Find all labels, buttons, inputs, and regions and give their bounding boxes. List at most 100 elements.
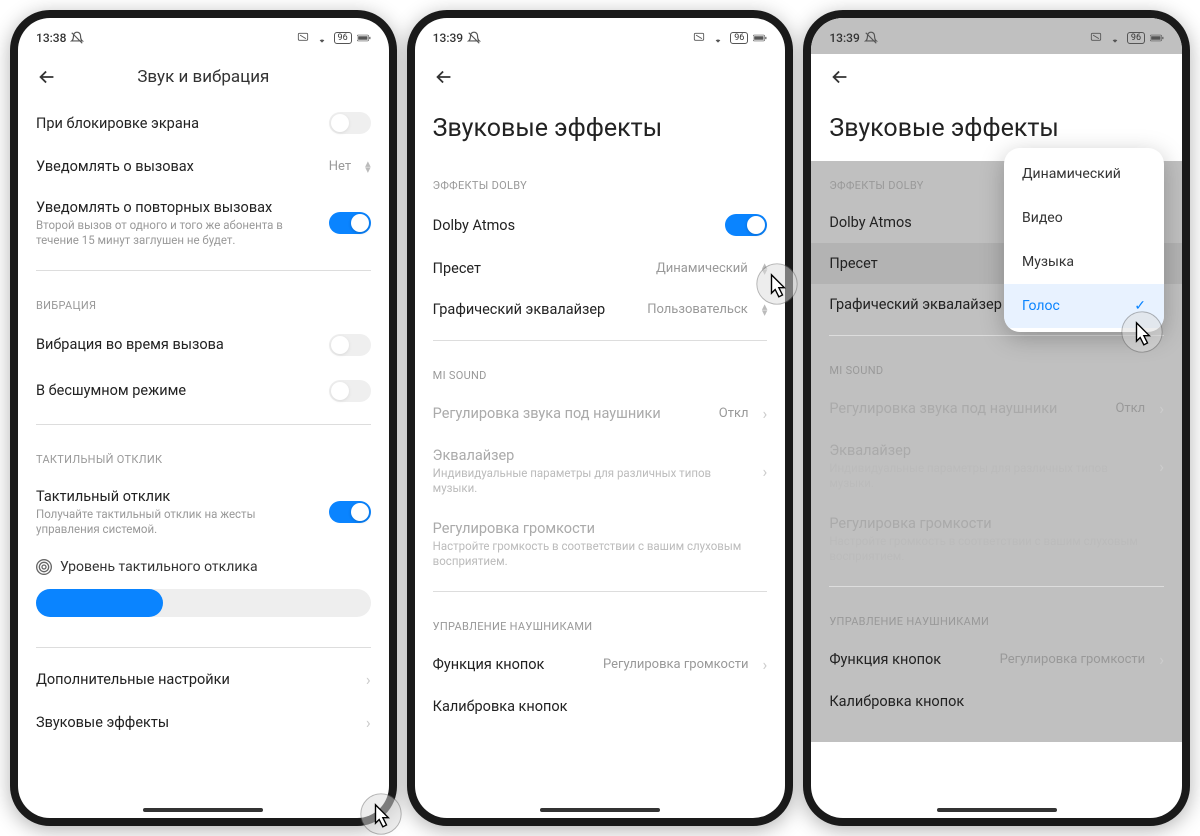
chevron-right-icon: › (1159, 399, 1164, 418)
row-button-function[interactable]: Функция кнопок Регулировка громкости › (811, 638, 1182, 681)
statusbar: 13:39 96 (811, 18, 1182, 54)
row-call-notify[interactable]: Уведомлять о вызовах Нет ▴▾ (18, 146, 389, 187)
chevron-right-icon: › (366, 713, 371, 732)
row-label: В бесшумном режиме (36, 382, 319, 399)
settings-list: При блокировке экрана Уведомлять о вызов… (18, 100, 389, 764)
option-label: Голос (1022, 298, 1060, 314)
nav-handle[interactable] (540, 808, 660, 812)
row-button-function[interactable]: Функция кнопок Регулировка громкости › (415, 643, 786, 686)
row-label: Регулировка звука под наушники (433, 405, 709, 422)
divider (36, 270, 371, 271)
row-volume-adj[interactable]: Регулировка громкости Настройте громкост… (811, 503, 1182, 576)
row-additional[interactable]: Дополнительные настройки › (18, 658, 389, 701)
chevron-right-icon: › (763, 655, 768, 674)
battery-badge: 96 (730, 32, 748, 44)
row-value: Регулировка громкости (1000, 652, 1146, 667)
phone-1: 13:38 96 Звук и вибрация При блокировке … (10, 10, 397, 826)
toggle-repeat[interactable] (329, 212, 371, 234)
wifi-icon (315, 31, 329, 45)
wifi-icon (711, 31, 725, 45)
row-vib-call[interactable]: Вибрация во время вызова (18, 322, 389, 368)
battery-badge: 96 (334, 32, 352, 44)
row-label: Калибровка кнопок (829, 693, 1164, 710)
row-volume-adj[interactable]: Регулировка громкости Настройте громкост… (415, 508, 786, 581)
nav-handle[interactable] (143, 808, 263, 812)
popup-option-music[interactable]: Музыка (1004, 240, 1164, 284)
row-label: Регулировка звука под наушники (829, 400, 1105, 417)
divider (36, 647, 371, 648)
row-value: Откл (719, 406, 749, 421)
row-dolby-atmos[interactable]: Dolby Atmos (415, 202, 786, 248)
row-sound-effects[interactable]: Звуковые эффекты › (18, 701, 389, 744)
row-label: Регулировка громкости (433, 520, 768, 537)
row-label: При блокировке экрана (36, 115, 319, 132)
row-label: Калибровка кнопок (433, 698, 768, 715)
section-headphones: УПРАВЛЕНИЕ НАУШНИКАМИ (811, 597, 1182, 638)
row-vib-silent[interactable]: В бесшумном режиме (18, 368, 389, 414)
row-label: Dolby Atmos (433, 217, 716, 234)
toggle-atmos[interactable] (725, 214, 767, 236)
row-lock-screen[interactable]: При блокировке экрана (18, 100, 389, 146)
no-sim-icon (296, 31, 310, 45)
row-headphone-adj[interactable]: Регулировка звука под наушники Откл › (811, 387, 1182, 430)
row-sub: Получайте тактильный отклик на жесты упр… (36, 507, 319, 537)
screen-2: 13:39 96 Звуковые эффекты ЭФФЕКТЫ DOLBY … (415, 18, 786, 818)
row-repeat-calls[interactable]: Уведомлять о повторных вызовах Второй вы… (18, 187, 389, 260)
popup-option-video[interactable]: Видео (1004, 196, 1164, 240)
row-equalizer[interactable]: Эквалайзер Индивидуальные параметры для … (811, 430, 1182, 503)
no-sim-icon (692, 31, 706, 45)
section-haptic: ТАКТИЛЬНЫЙ ОТКЛИК (18, 435, 389, 476)
row-calibration[interactable]: Калибровка кнопок (811, 681, 1182, 722)
toggle-haptic[interactable] (329, 501, 371, 523)
popup-option-dynamic[interactable]: Динамический (1004, 152, 1164, 196)
row-value: Регулировка громкости (603, 657, 749, 672)
toggle-vib-call[interactable] (329, 334, 371, 356)
row-label: Уведомлять о повторных вызовах (36, 199, 319, 216)
pointer-cursor-icon (1120, 310, 1164, 354)
row-haptic-level: Уровень тактильного отклика (18, 549, 389, 637)
row-preset[interactable]: Пресет Динамический ▴▾ (415, 248, 786, 289)
chevron-right-icon: › (763, 404, 768, 423)
status-time: 13:39 (433, 31, 463, 45)
divider (829, 586, 1164, 587)
row-label: Функция кнопок (433, 656, 593, 673)
row-value: Динамический (656, 261, 748, 276)
page-title: Звук и вибрация (18, 67, 389, 87)
toggle-lock[interactable] (329, 112, 371, 134)
row-sub: Второй вызов от одного и того же абонент… (36, 218, 319, 248)
battery-icon (357, 31, 371, 45)
row-label: Пресет (433, 260, 646, 277)
statusbar: 13:39 96 (415, 18, 786, 54)
back-button[interactable] (829, 66, 851, 88)
toggle-vib-silent[interactable] (329, 380, 371, 402)
notification-muted-icon (467, 31, 481, 45)
row-haptic[interactable]: Тактильный отклик Получайте тактильный о… (18, 476, 389, 549)
row-sub: Индивидуальные параметры для различных т… (829, 461, 1149, 491)
row-label: Дополнительные настройки (36, 671, 356, 688)
row-equalizer[interactable]: Эквалайзер Индивидуальные параметры для … (415, 435, 786, 508)
back-button[interactable] (433, 66, 455, 88)
battery-icon (753, 31, 767, 45)
titlebar (415, 54, 786, 100)
row-calibration[interactable]: Калибровка кнопок (415, 686, 786, 727)
option-label: Видео (1022, 210, 1063, 226)
row-graphic-eq[interactable]: Графический эквалайзер Пользовательск ▴▾ (415, 289, 786, 330)
no-sim-icon (1089, 31, 1103, 45)
nav-handle[interactable] (937, 808, 1057, 812)
divider (433, 340, 768, 341)
row-label: Звуковые эффекты (36, 714, 356, 731)
row-headphone-adj[interactable]: Регулировка звука под наушники Откл › (415, 392, 786, 435)
preset-dropdown: Динамический Видео Музыка Голос ✓ (1004, 148, 1164, 332)
back-button[interactable] (36, 66, 58, 88)
battery-icon (1150, 31, 1164, 45)
row-value: Откл (1115, 401, 1145, 416)
row-sub: Настройте громкость в соответствии с ваш… (433, 539, 768, 569)
row-value: Пользовательск (647, 302, 748, 317)
notification-muted-icon (70, 31, 84, 45)
option-label: Музыка (1022, 254, 1074, 270)
pointer-cursor-icon (755, 262, 799, 306)
titlebar: Звук и вибрация (18, 54, 389, 100)
haptic-slider[interactable] (36, 589, 371, 617)
phone-3: 13:39 96 Звуковые эффекты ЭФФЕКТЫ DOLBY … (803, 10, 1190, 826)
status-time: 13:38 (36, 31, 66, 45)
